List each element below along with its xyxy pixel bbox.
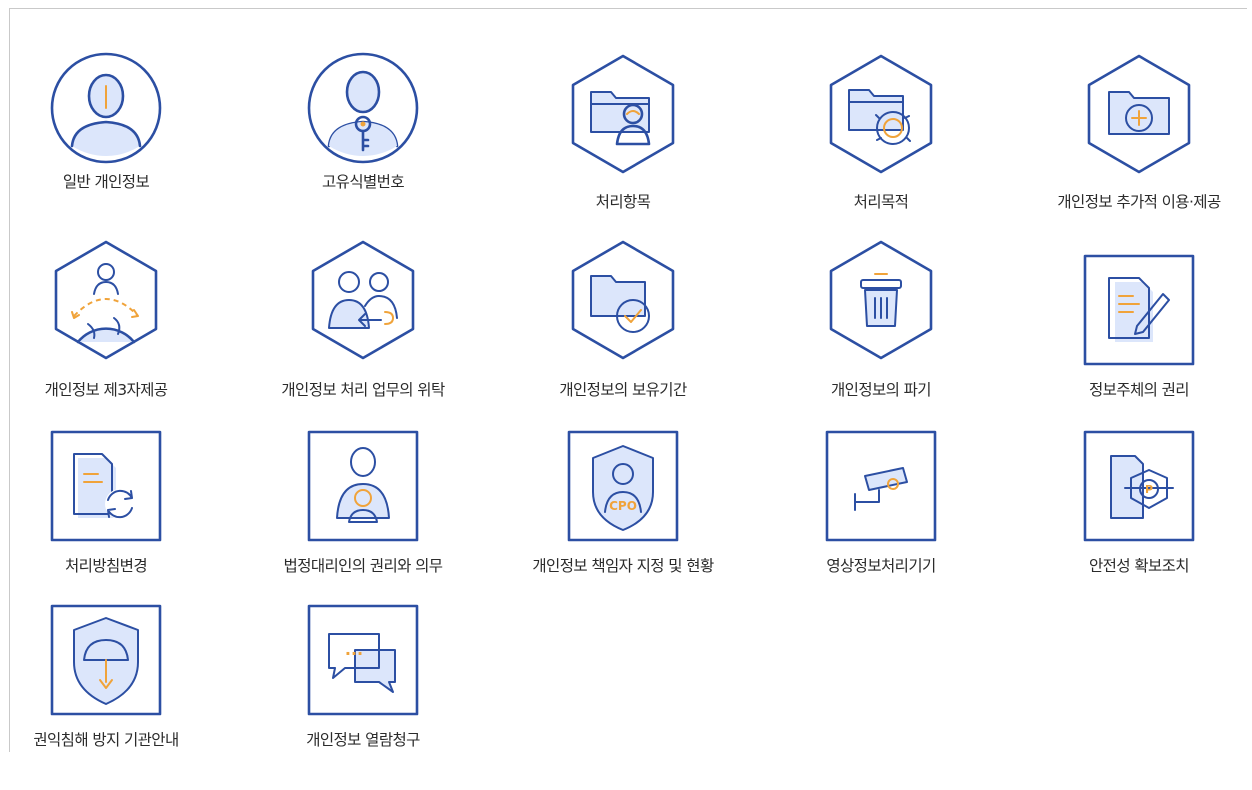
menu-item-label: 처리항목 [595, 193, 651, 211]
menu-item-label: 개인정보 제3자제공 [44, 381, 168, 399]
folder-plus-icon [1077, 52, 1201, 176]
menu-item-label: 개인정보의 파기 [831, 381, 932, 399]
svg-text:...: ... [345, 640, 363, 659]
people-transfer-icon [301, 238, 425, 362]
menu-item-label: 개인정보 책임자 지정 및 현황 [532, 557, 714, 575]
menu-item-outsourcing[interactable]: 개인정보 처리 업무의 위탁 [243, 232, 483, 422]
menu-item-label: 개인정보의 보유기간 [559, 381, 687, 399]
person-key-icon [301, 46, 425, 170]
menu-item-label: 개인정보 처리 업무의 위탁 [281, 381, 445, 399]
menu-item-subject-rights[interactable]: 정보주체의 권리 [1019, 232, 1252, 422]
menu-item-label: 처리방침변경 [65, 557, 148, 575]
folder-gear-icon [819, 52, 943, 176]
cctv-icon [819, 426, 943, 550]
cpo-shield-icon: CPO [561, 426, 685, 550]
menu-item-access-request[interactable]: ... 개인정보 열람청구 [243, 600, 483, 790]
menu-item-label: 안전성 확보조치 [1089, 557, 1190, 575]
menu-item-cctv[interactable]: 영상정보처리기기 [761, 426, 1001, 616]
menu-item-general-info[interactable]: 일반 개인정보 [0, 38, 226, 228]
menu-item-processing-purpose[interactable]: 처리목적 [761, 38, 1001, 228]
umbrella-shield-icon [44, 600, 168, 724]
folder-clock-icon [561, 238, 685, 362]
document-lock-icon: P [1077, 426, 1201, 550]
menu-item-processing-items[interactable]: 처리항목 [503, 38, 743, 228]
menu-item-label: 법정대리인의 권리와 의무 [283, 557, 444, 575]
svg-text:CPO: CPO [609, 499, 637, 513]
menu-item-unique-id[interactable]: 고유식별번호 [243, 38, 483, 228]
menu-item-security-measures[interactable]: P 안전성 확보조치 [1019, 426, 1252, 616]
menu-item-label: 권익침해 방지 기관안내 [33, 731, 179, 749]
document-refresh-icon [44, 426, 168, 550]
guardian-icon [301, 426, 425, 550]
globe-person-icon [44, 238, 168, 362]
menu-item-label: 처리목적 [853, 193, 909, 211]
menu-item-label: 영상정보처리기기 [826, 557, 936, 575]
menu-item-additional-use[interactable]: 개인정보 추가적 이용·제공 [1019, 38, 1252, 228]
chat-bubbles-icon: ... [301, 600, 425, 724]
folder-person-icon [561, 52, 685, 176]
menu-item-infringement-agencies[interactable]: 권익침해 방지 기관안내 [0, 600, 226, 790]
menu-item-label: 정보주체의 권리 [1089, 381, 1190, 399]
menu-item-label: 고유식별번호 [322, 173, 405, 191]
menu-item-label: 일반 개인정보 [62, 173, 150, 191]
menu-item-cpo[interactable]: CPO 개인정보 책임자 지정 및 현황 [503, 426, 743, 616]
menu-item-destruction[interactable]: 개인정보의 파기 [761, 232, 1001, 422]
menu-item-label: 개인정보 추가적 이용·제공 [1057, 193, 1221, 211]
document-pen-icon [1077, 250, 1201, 374]
menu-item-retention[interactable]: 개인정보의 보유기간 [503, 232, 743, 422]
person-circle-icon [44, 46, 168, 170]
menu-item-legal-guardian[interactable]: 법정대리인의 권리와 의무 [243, 426, 483, 616]
menu-item-label: 개인정보 열람청구 [306, 731, 420, 749]
menu-item-policy-change[interactable]: 처리방침변경 [0, 426, 226, 616]
svg-text:P: P [1145, 483, 1153, 496]
trash-icon [819, 238, 943, 362]
menu-item-third-party[interactable]: 개인정보 제3자제공 [0, 232, 226, 422]
